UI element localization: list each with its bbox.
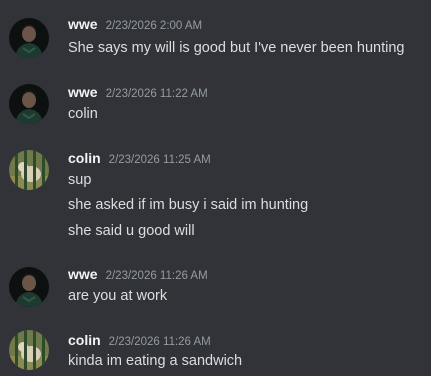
message-text: she asked if im busy i said im hunting	[68, 197, 309, 213]
timestamp: 2/23/2026 11:26 AM	[105, 270, 208, 282]
timestamp: 2/23/2026 11:25 AM	[108, 154, 211, 166]
wwe-avatar-image	[9, 84, 49, 124]
message-text: kinda im eating a sandwich	[68, 353, 243, 369]
timestamp: 2/23/2026 2:00 AM	[105, 20, 203, 32]
username[interactable]: colin	[68, 148, 101, 168]
message-header: wwe 2/23/2026 2:00 AM	[68, 14, 202, 34]
username[interactable]: colin	[68, 330, 101, 350]
username[interactable]: wwe	[68, 14, 98, 34]
wwe-avatar-image	[9, 18, 49, 58]
message-header: wwe 2/23/2026 11:26 AM	[68, 264, 208, 284]
username[interactable]: wwe	[68, 264, 98, 284]
avatar[interactable]	[9, 84, 49, 124]
message-text: sup	[68, 172, 92, 188]
message-text: colin	[68, 106, 98, 122]
message-text: are you at work	[68, 288, 168, 304]
message-text: She says my will is good but I've never …	[68, 40, 405, 56]
timestamp: 2/23/2026 11:22 AM	[105, 88, 208, 100]
avatar[interactable]	[9, 150, 49, 190]
timestamp: 2/23/2026 11:26 AM	[108, 336, 211, 348]
colin-avatar-image	[9, 150, 49, 190]
avatar[interactable]	[9, 330, 49, 370]
message-header: colin 2/23/2026 11:26 AM	[68, 330, 211, 350]
avatar[interactable]	[9, 267, 49, 307]
wwe-avatar-image	[9, 267, 49, 307]
message-header: wwe 2/23/2026 11:22 AM	[68, 82, 208, 102]
avatar[interactable]	[9, 18, 49, 58]
colin-avatar-image	[9, 330, 49, 370]
message-header: colin 2/23/2026 11:25 AM	[68, 148, 211, 168]
message-text: she said u good will	[68, 223, 195, 239]
username[interactable]: wwe	[68, 82, 98, 102]
message-list: wwe 2/23/2026 2:00 AM She says my will is…	[0, 0, 431, 376]
